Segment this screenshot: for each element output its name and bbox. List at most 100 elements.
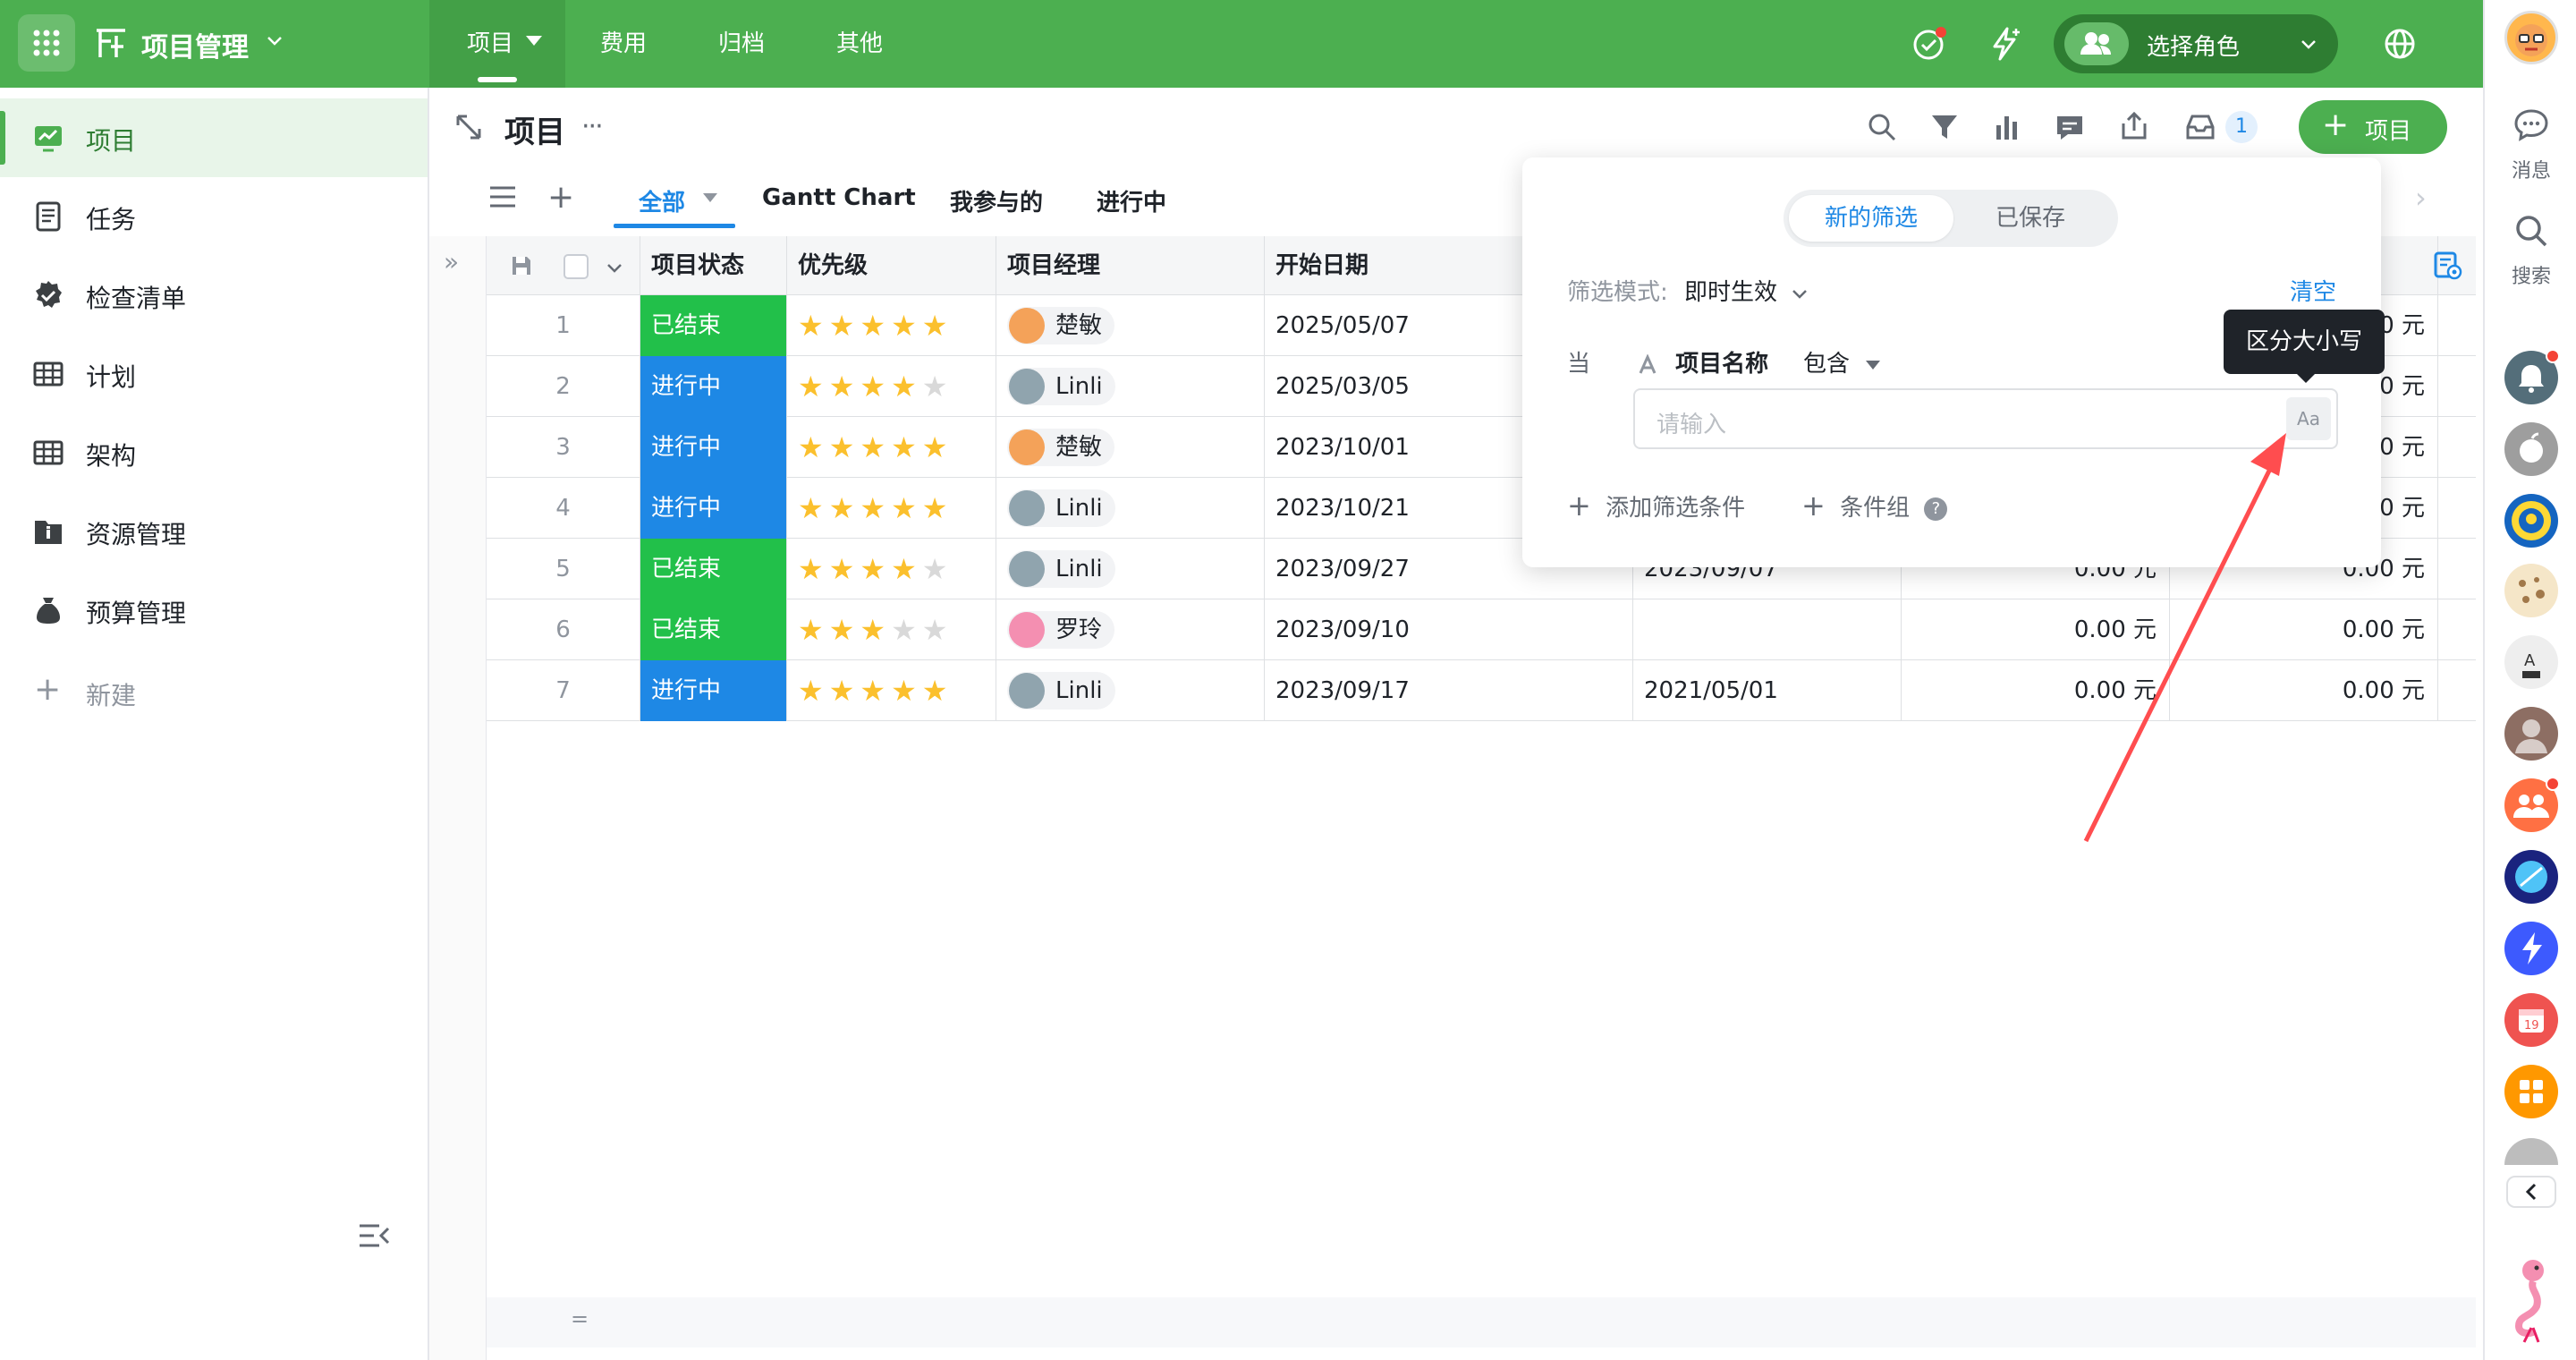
status-cell[interactable]: 已结束 xyxy=(640,539,787,599)
status-cell[interactable]: 进行中 xyxy=(640,417,787,478)
nav-tab-expenses[interactable]: 费用 xyxy=(594,0,653,88)
start-date-cell[interactable]: 2023/09/17 xyxy=(1265,660,1633,721)
lightning-magic-icon[interactable] xyxy=(1984,23,2025,64)
team-app-icon[interactable] xyxy=(2504,777,2560,832)
view-tab-gantt[interactable]: Gantt Chart xyxy=(762,184,916,211)
app-title[interactable]: 项目管理 xyxy=(141,25,249,64)
star-icon[interactable]: ★ xyxy=(891,552,922,586)
sidebar-item-budget[interactable]: 预算管理 xyxy=(0,571,428,650)
star-icon[interactable]: ★ xyxy=(829,552,860,586)
filter-mode-selector[interactable]: 筛选模式: 即时生效 xyxy=(1567,274,1809,307)
add-project-button[interactable]: + 项目 xyxy=(2299,100,2447,154)
star-icon[interactable]: ★ xyxy=(891,491,922,525)
star-rating[interactable]: ★★★★★ xyxy=(798,370,953,404)
table-row[interactable]: 7 进行中 ★★★★★ Linli 2023/09/17 2021/05/01 0.00 元… xyxy=(487,660,2476,721)
add-view-button[interactable]: + xyxy=(547,179,574,216)
view-tab-mine[interactable]: 我参与的 xyxy=(950,184,1043,217)
start-date-cell[interactable]: 2023/09/10 xyxy=(1265,599,1633,660)
priority-cell[interactable]: ★★★★★ xyxy=(787,539,996,599)
expand-diagonal-icon[interactable] xyxy=(454,113,483,141)
summary-equals[interactable]: = xyxy=(571,1306,589,1331)
globe-icon[interactable] xyxy=(2379,23,2420,64)
star-icon[interactable]: ★ xyxy=(891,674,922,708)
person-chip[interactable]: 楚敏 xyxy=(1007,429,1115,466)
messages-button[interactable]: 消息 xyxy=(2503,106,2560,183)
star-icon[interactable]: ★ xyxy=(891,613,922,647)
star-rating[interactable]: ★★★★★ xyxy=(798,552,953,586)
search-icon[interactable] xyxy=(1866,111,1898,143)
person-chip[interactable]: 楚敏 xyxy=(1007,307,1115,344)
status-cell[interactable]: 进行中 xyxy=(640,660,787,721)
amount-cell[interactable]: 0.00 元 xyxy=(2170,660,2438,721)
cookie-app-icon[interactable] xyxy=(2504,564,2558,617)
sidebar-item-resources[interactable]: 资源管理 xyxy=(0,492,428,571)
clear-filter-button[interactable]: 清空 xyxy=(2290,274,2336,307)
caret-down-icon[interactable] xyxy=(526,36,542,46)
segment-saved-filter[interactable]: 已保存 xyxy=(1948,195,2113,242)
calendar-app-icon[interactable]: 19 xyxy=(2504,993,2558,1047)
manager-cell[interactable]: Linli xyxy=(996,356,1265,417)
star-icon[interactable]: ★ xyxy=(922,674,953,708)
manager-cell[interactable]: 罗玲 xyxy=(996,599,1265,660)
star-icon[interactable]: ★ xyxy=(829,674,860,708)
date-cell[interactable]: 2021/05/01 xyxy=(1633,660,1902,721)
amount-cell[interactable]: 0.00 元 xyxy=(2170,599,2438,660)
double-chevron-right-icon[interactable]: » xyxy=(444,247,459,276)
star-icon[interactable]: ★ xyxy=(860,430,891,464)
manager-cell[interactable]: 楚敏 xyxy=(996,295,1265,356)
sidebar-item-architecture[interactable]: 架构 xyxy=(0,413,428,492)
nav-tab-archive[interactable]: 归档 xyxy=(712,0,771,88)
photo-avatar-app-icon[interactable] xyxy=(2504,707,2558,761)
filter-value-input[interactable]: 请输入 Aa xyxy=(1633,388,2338,449)
chevron-right-icon[interactable]: › xyxy=(2415,181,2427,215)
search-button[interactable]: 搜索 xyxy=(2503,211,2560,289)
inbox-icon[interactable] xyxy=(2184,111,2216,143)
more-options-button[interactable]: ··· xyxy=(581,111,604,142)
star-icon[interactable]: ★ xyxy=(829,370,860,404)
star-icon[interactable]: ★ xyxy=(798,674,829,708)
astro-app-icon[interactable] xyxy=(2504,850,2558,904)
column-header-manager[interactable]: 项目经理 xyxy=(996,236,1265,295)
filter-operator-selector[interactable]: 包含 xyxy=(1803,345,1881,378)
priority-cell[interactable]: ★★★★★ xyxy=(787,356,996,417)
star-icon[interactable]: ★ xyxy=(829,613,860,647)
star-icon[interactable]: ★ xyxy=(798,370,829,404)
star-rating[interactable]: ★★★★★ xyxy=(798,613,953,647)
collapse-sidebar-icon[interactable] xyxy=(356,1220,392,1251)
view-tab-all[interactable]: 全部 xyxy=(639,184,685,217)
star-icon[interactable]: ★ xyxy=(922,552,953,586)
person-photo-app-icon[interactable] xyxy=(2504,1138,2558,1165)
priority-cell[interactable]: ★★★★★ xyxy=(787,660,996,721)
star-icon[interactable]: ★ xyxy=(798,491,829,525)
apple-app-icon[interactable] xyxy=(2504,422,2558,476)
star-icon[interactable]: ★ xyxy=(891,430,922,464)
app-launcher-button[interactable] xyxy=(18,14,75,72)
star-icon[interactable]: ★ xyxy=(798,309,829,343)
star-icon[interactable]: ★ xyxy=(922,491,953,525)
column-header-priority[interactable]: 优先级 xyxy=(787,236,996,295)
star-icon[interactable]: ★ xyxy=(829,491,860,525)
apps-grid-app-icon[interactable] xyxy=(2504,1065,2558,1118)
chevron-down-icon[interactable] xyxy=(605,258,624,277)
add-condition-group-button[interactable]: + 条件组 ? xyxy=(1801,489,1948,523)
view-list-menu-icon[interactable] xyxy=(488,184,517,209)
person-chip[interactable]: 罗玲 xyxy=(1007,611,1115,649)
star-icon[interactable]: ★ xyxy=(860,491,891,525)
comment-icon[interactable] xyxy=(2054,111,2086,143)
manager-cell[interactable]: 楚敏 xyxy=(996,417,1265,478)
filter-field-selector[interactable]: 项目名称 xyxy=(1637,345,1768,378)
star-icon[interactable]: ★ xyxy=(922,613,953,647)
star-icon[interactable]: ★ xyxy=(860,552,891,586)
sidebar-item-plan[interactable]: 计划 xyxy=(0,335,428,413)
user-avatar[interactable] xyxy=(2504,11,2558,64)
amount-cell[interactable]: 0.00 元 xyxy=(1902,599,2170,660)
sidebar-item-checklist[interactable]: 检查清单 xyxy=(0,256,428,335)
star-icon[interactable]: ★ xyxy=(922,430,953,464)
status-cell[interactable]: 进行中 xyxy=(640,356,787,417)
sidebar-new-button[interactable]: + 新建 xyxy=(0,653,428,732)
letter-a-app-icon[interactable]: A xyxy=(2504,635,2558,689)
add-filter-condition-button[interactable]: + 添加筛选条件 xyxy=(1567,489,1745,523)
match-case-button[interactable]: Aa xyxy=(2286,397,2331,440)
vault-app-icon[interactable] xyxy=(2504,494,2558,548)
person-chip[interactable]: Linli xyxy=(1007,672,1115,710)
